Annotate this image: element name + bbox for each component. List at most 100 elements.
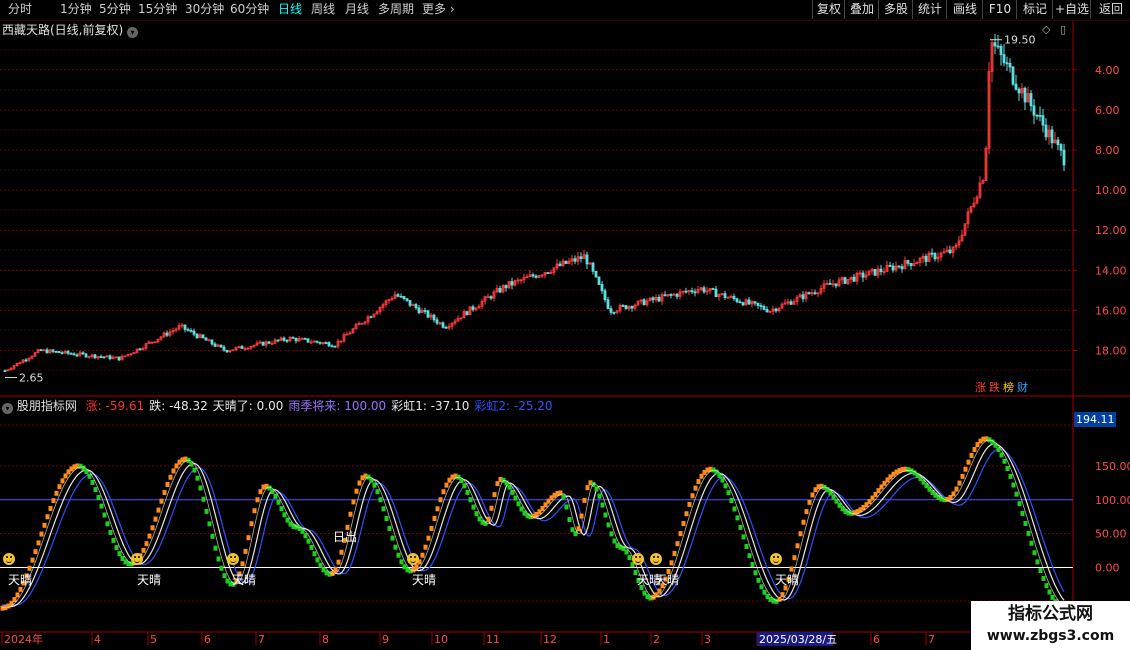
rise-block xyxy=(348,511,353,517)
candlestick-series xyxy=(3,33,1066,372)
period-tab-0[interactable]: 分时 xyxy=(8,2,32,17)
candle-body xyxy=(1011,66,1015,85)
candle-body xyxy=(306,338,310,343)
period-tab-2[interactable]: 5分钟 xyxy=(99,2,131,17)
diamond-icon[interactable]: ◇ xyxy=(1042,23,1050,36)
candle-body xyxy=(117,356,121,361)
toolbar-button-7[interactable]: +自选 xyxy=(1052,0,1091,19)
period-tab-3[interactable]: 15分钟 xyxy=(138,2,177,17)
toolbar-button-8[interactable]: 返回 xyxy=(1090,0,1130,19)
toolbar-button-0[interactable]: 复权 xyxy=(812,0,845,19)
rise-block xyxy=(153,516,158,522)
rise-block xyxy=(333,566,338,572)
candle-body xyxy=(906,260,910,264)
fall-block xyxy=(114,545,119,551)
toolbar-button-5[interactable]: F10 xyxy=(982,0,1017,19)
fall-block xyxy=(753,570,758,576)
toolbar-button-6[interactable]: 标记 xyxy=(1016,0,1053,19)
maximize-icon[interactable]: ▯ xyxy=(1060,23,1066,36)
main-chart-title[interactable]: 西藏天路(日线,前复权) ▾ xyxy=(2,23,139,38)
toolbar-button-4[interactable]: 画线 xyxy=(946,0,983,19)
toolbar-button-1[interactable]: 叠加 xyxy=(844,0,879,19)
badge-0[interactable]: 涨 xyxy=(975,381,986,394)
period-tab-8[interactable]: 月线 xyxy=(345,2,369,17)
candle-body xyxy=(1035,114,1039,117)
candle-body xyxy=(261,341,265,346)
candle-body xyxy=(675,293,679,297)
candle-body xyxy=(423,310,427,312)
candle-body xyxy=(294,337,298,342)
rise-block xyxy=(147,533,152,539)
signal-label: 天晴 xyxy=(232,573,257,587)
candle-body xyxy=(330,345,334,348)
fall-block xyxy=(93,487,98,493)
candle-body xyxy=(741,302,745,306)
fall-block xyxy=(111,537,116,543)
candle-body xyxy=(1041,115,1045,126)
candle-body xyxy=(267,341,271,344)
fall-block xyxy=(96,495,101,501)
candle-body xyxy=(669,294,673,296)
candle-body xyxy=(444,326,448,329)
candle-body xyxy=(1059,144,1063,151)
period-tab-9[interactable]: 多周期 xyxy=(378,2,414,17)
rise-block xyxy=(162,490,167,496)
badge-1[interactable]: 跌 xyxy=(989,381,1000,394)
rise-block xyxy=(240,561,245,567)
fall-block xyxy=(315,557,320,563)
period-tab-1[interactable]: 1分钟 xyxy=(60,2,92,17)
candle-body xyxy=(225,349,229,353)
candle-body xyxy=(213,343,217,347)
indicator-value-1: 跌: -48.32 xyxy=(149,399,208,413)
candle-body xyxy=(621,305,625,307)
fall-block xyxy=(510,489,515,495)
chevron-down-icon[interactable]: ▾ xyxy=(127,27,139,38)
toolbar-button-3[interactable]: 统计 xyxy=(912,0,947,19)
indicator-name[interactable]: 股朋指标网 xyxy=(17,399,77,413)
candle-body xyxy=(192,330,196,335)
axis-labels: 18.00 16.00 14.00 12.00 10.00 8.00 6.00 4.00 0.0… xyxy=(1,34,1130,646)
fall-block xyxy=(309,544,314,550)
candle-body xyxy=(690,290,694,293)
candle-body xyxy=(57,351,61,353)
rise-block xyxy=(141,547,146,553)
rise-block xyxy=(576,526,581,532)
fall-block xyxy=(399,559,404,565)
time-label: 3 xyxy=(704,633,711,646)
chevron-down-icon[interactable]: ▾ xyxy=(2,403,13,414)
fall-block xyxy=(1011,482,1016,488)
fall-block xyxy=(561,494,566,500)
stock-chart-canvas[interactable]: 18.00 16.00 14.00 12.00 10.00 8.00 6.00 4.00 0.0… xyxy=(0,0,1130,650)
candle-body xyxy=(45,349,49,354)
time-label: 2024年 xyxy=(4,632,43,646)
price-tick-label: 10.00 xyxy=(1095,184,1127,197)
indicator-tick-label: 50.00 xyxy=(1095,528,1127,541)
candle-body xyxy=(207,339,211,342)
period-tab-5[interactable]: 60分钟 xyxy=(230,2,269,17)
candle-body xyxy=(75,354,79,357)
watermark-title: 指标公式网 xyxy=(1008,604,1093,624)
rise-block xyxy=(951,491,956,497)
fall-block xyxy=(192,467,197,473)
period-tab-7[interactable]: 周线 xyxy=(311,2,335,17)
period-tab-10[interactable]: 更多 › xyxy=(422,2,455,17)
candle-body xyxy=(240,345,244,349)
rise-block xyxy=(489,505,494,511)
badge-3[interactable]: 财 xyxy=(1017,381,1028,394)
period-tab-4[interactable]: 30分钟 xyxy=(185,2,224,17)
watermark-url: www.zbgs3.com xyxy=(986,628,1115,644)
candle-body xyxy=(1023,87,1027,103)
rise-block xyxy=(45,514,50,520)
badge-2[interactable]: 榜 xyxy=(1003,381,1014,394)
fall-block xyxy=(108,529,113,535)
candle-body xyxy=(594,270,598,278)
toolbar-button-2[interactable]: 多股 xyxy=(878,0,913,19)
smiley-icon xyxy=(3,553,15,565)
candle-body xyxy=(1008,62,1012,68)
period-tab-6[interactable]: 日线 xyxy=(278,2,302,17)
rise-block xyxy=(339,549,344,555)
candle-body xyxy=(303,338,307,340)
candle-body xyxy=(498,288,502,293)
candle-body xyxy=(573,258,577,262)
window-controls: ◇ ▯ xyxy=(1042,23,1066,36)
